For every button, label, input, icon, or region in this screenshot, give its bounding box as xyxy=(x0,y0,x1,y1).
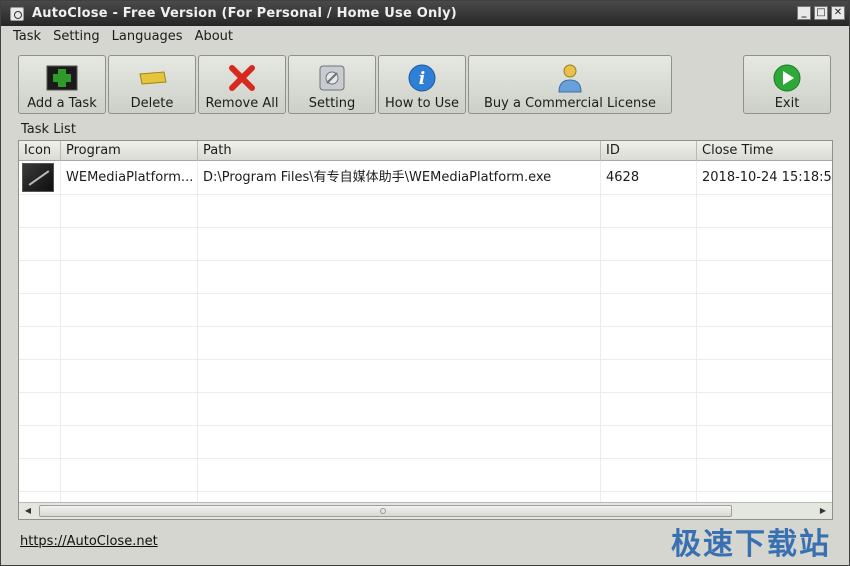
buy-license-label: Buy a Commercial License xyxy=(484,96,656,111)
buy-license-button[interactable]: Buy a Commercial License xyxy=(468,55,672,114)
grid-line xyxy=(19,491,832,492)
grid-line xyxy=(19,227,832,228)
setting-button[interactable]: Setting xyxy=(288,55,376,114)
horizontal-scrollbar[interactable]: ◀ ▶ xyxy=(19,502,832,519)
window-controls: _ □ ✕ xyxy=(797,6,845,20)
grid-line xyxy=(19,359,832,360)
grid-line xyxy=(60,161,61,503)
add-task-button[interactable]: Add a Task xyxy=(18,55,106,114)
column-program[interactable]: Program xyxy=(61,141,198,161)
setting-label: Setting xyxy=(308,96,356,111)
svg-text:i: i xyxy=(419,69,425,89)
column-id[interactable]: ID xyxy=(601,141,697,161)
window-title: AutoClose - Free Version (For Personal /… xyxy=(32,6,457,21)
program-icon xyxy=(22,163,54,192)
delete-label: Delete xyxy=(130,96,174,111)
grid-line xyxy=(19,293,832,294)
column-close-time[interactable]: Close Time xyxy=(697,141,832,161)
info-icon: i xyxy=(406,62,438,94)
cell-program: WEMediaPlatform... xyxy=(66,170,194,185)
cell-id: 4628 xyxy=(606,170,640,185)
column-path[interactable]: Path xyxy=(198,141,601,161)
menu-bar: Task Setting Languages About xyxy=(1,26,849,46)
grid-line xyxy=(19,458,832,459)
add-icon xyxy=(46,62,78,94)
grip-icon xyxy=(380,508,386,514)
menu-task[interactable]: Task xyxy=(7,29,47,44)
how-to-use-label: How to Use xyxy=(385,96,459,111)
cell-path: D:\Program Files\有专自媒体助手\WEMediaPlatform… xyxy=(203,170,552,185)
delete-button[interactable]: Delete xyxy=(108,55,196,114)
grid-line xyxy=(19,326,832,327)
scrollbar-thumb[interactable] xyxy=(39,505,732,517)
app-window: AutoClose - Free Version (For Personal /… xyxy=(0,0,850,566)
website-link[interactable]: https://AutoClose.net xyxy=(20,534,158,549)
remove-all-label: Remove All xyxy=(205,96,279,111)
list-header: Icon Program Path ID Close Time xyxy=(19,141,832,161)
scroll-right-icon[interactable]: ▶ xyxy=(816,504,830,518)
menu-languages[interactable]: Languages xyxy=(106,29,189,44)
grid-line xyxy=(19,392,832,393)
maximize-button[interactable]: □ xyxy=(814,6,828,20)
grid-line xyxy=(19,425,832,426)
task-list-view[interactable]: Icon Program Path ID Close Time WEMediaP… xyxy=(18,140,833,520)
grid-line xyxy=(197,161,198,503)
cell-close-time: 2018-10-24 15:18:5 xyxy=(702,170,832,185)
grid-line xyxy=(600,161,601,503)
minimize-button[interactable]: _ xyxy=(797,6,811,20)
eraser-icon xyxy=(136,62,168,94)
task-list-label: Task List xyxy=(21,122,76,137)
exit-arrow-icon xyxy=(771,62,803,94)
app-icon xyxy=(10,6,24,21)
grid-line xyxy=(696,161,697,503)
grid-line xyxy=(19,260,832,261)
red-x-icon xyxy=(226,62,258,94)
watermark-logo: 极速下载站 xyxy=(671,527,831,562)
column-icon[interactable]: Icon xyxy=(19,141,61,161)
add-task-label: Add a Task xyxy=(27,96,97,111)
settings-icon xyxy=(316,62,348,94)
close-button[interactable]: ✕ xyxy=(831,6,845,20)
user-key-icon xyxy=(554,62,586,94)
scroll-left-icon[interactable]: ◀ xyxy=(21,504,35,518)
menu-setting[interactable]: Setting xyxy=(47,29,106,44)
title-bar[interactable]: AutoClose - Free Version (For Personal /… xyxy=(1,1,849,26)
how-to-use-button[interactable]: i How to Use xyxy=(378,55,466,114)
menu-about[interactable]: About xyxy=(189,29,239,44)
exit-label: Exit xyxy=(774,96,800,111)
exit-button[interactable]: Exit xyxy=(743,55,831,114)
remove-all-button[interactable]: Remove All xyxy=(198,55,286,114)
grid-line xyxy=(19,194,832,195)
